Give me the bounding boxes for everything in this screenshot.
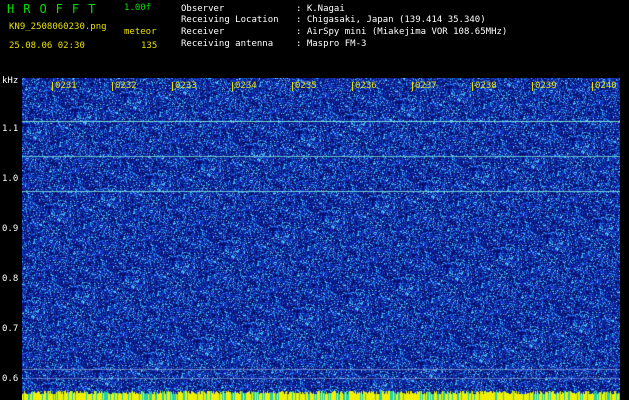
antenna-label: Receiving antenna <box>181 39 274 49</box>
location-value: : Chigasaki, Japan (139.414 35.340) <box>296 15 486 25</box>
y-tick-1-1: 1.1 <box>2 124 19 134</box>
app-name: HROFFT <box>7 2 105 16</box>
receiver-value: : AirSpy mini (Miakejima VOR 108.65MHz) <box>296 27 508 37</box>
y-tick-1-0: 1.0 <box>2 174 19 184</box>
y-tick-0-7: 0.7 <box>2 324 19 334</box>
x-tick-0231: 0231 <box>52 81 77 91</box>
count: 135 <box>141 41 158 51</box>
datetime: 25.08.06 02:30 <box>9 41 85 51</box>
antenna-value: : Maspro FM-3 <box>296 39 367 49</box>
spectrogram-canvas[interactable] <box>22 78 620 400</box>
x-tick-0235: 0235 <box>292 81 317 91</box>
app-version: 1.00f <box>124 3 152 13</box>
observer-label: Observer <box>181 4 225 14</box>
file-name: KN9_2508060230.png <box>9 22 107 32</box>
header-panel: HROFFT 1.00f KN9_2508060230.png meteor 2… <box>0 0 629 78</box>
y-tick-0-9: 0.9 <box>2 224 19 234</box>
x-tick-0233: 0233 <box>172 81 197 91</box>
location-label: Receiving Location <box>181 15 279 25</box>
mode-label: meteor <box>124 27 157 37</box>
observer-value: : K.Nagai <box>296 4 345 14</box>
x-tick-0240: 0240 <box>592 81 617 91</box>
x-tick-0239: 0239 <box>532 81 557 91</box>
x-tick-0236: 0236 <box>352 81 377 91</box>
y-tick-0-8: 0.8 <box>2 274 19 284</box>
y-tick-0-6: 0.6 <box>2 374 19 384</box>
receiver-label: Receiver <box>181 27 225 37</box>
x-tick-0237: 0237 <box>412 81 437 91</box>
x-tick-0234: 0234 <box>232 81 257 91</box>
y-axis-unit: kHz <box>2 76 19 86</box>
x-tick-0232: 0232 <box>112 81 137 91</box>
x-tick-0238: 0238 <box>472 81 497 91</box>
